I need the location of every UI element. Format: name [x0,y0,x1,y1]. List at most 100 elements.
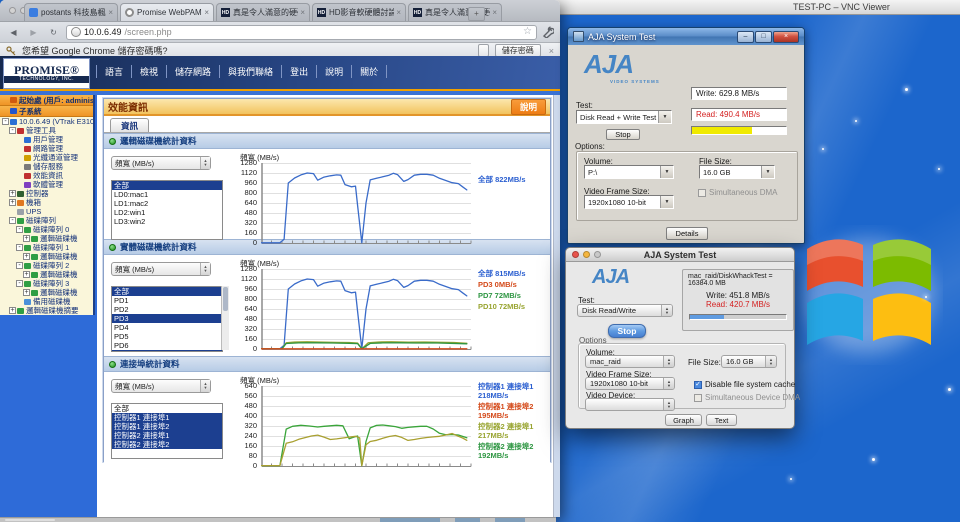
tree-item[interactable]: - 10.0.6.49 (VTrak E310f) [0,117,93,126]
tree-item[interactable]: + 邏輯磁碟機 [0,252,93,261]
tree-item[interactable]: 子系統 [0,106,93,117]
close-tab-icon[interactable]: × [492,8,497,17]
volume-popup[interactable]: mac_raid ▲ ▼ [585,355,675,368]
tree-expander-icon[interactable]: + [9,307,16,314]
tab-information[interactable]: 資訊 [110,118,150,132]
tree-expander-icon[interactable] [16,163,23,170]
tree-expander-icon[interactable]: + [9,199,16,206]
tree-expander-icon[interactable]: - [16,226,23,233]
list-item[interactable]: 全部 [112,287,222,296]
tree-expander-icon[interactable]: + [23,271,30,278]
list-item[interactable]: LD3:win2 [112,217,222,226]
tree-item[interactable]: + 控制器 [0,189,93,198]
volume-dropdown[interactable]: P:\ ▼ [584,165,674,179]
tree-item[interactable]: + 邏輯磁碟機 [0,270,93,279]
tree-item[interactable]: 用戶管理 [0,135,93,144]
help-button[interactable]: 說明 [510,98,546,115]
tree-expander-icon[interactable]: + [23,235,30,242]
tree-expander-icon[interactable] [16,298,23,305]
list-item[interactable]: 控制器2 連接埠1 [112,431,222,440]
tree-expander-icon[interactable]: + [9,190,16,197]
bandwidth-dropdown[interactable]: 頻寬 (MB/s) ▲ ▼ [111,156,211,170]
menu-item[interactable]: 說明 [316,65,351,78]
list-item[interactable]: LD2:win1 [112,208,222,217]
tree-expander-icon[interactable]: - [9,217,16,224]
video-frame-size-popup[interactable]: 1920x1080 10-bit ▲ ▼ [585,377,675,390]
list-item[interactable]: PD4 [112,323,222,332]
list-item[interactable]: 控制器1 連接埠1 [112,413,222,422]
tree-item[interactable]: 軟體管理 [0,180,93,189]
file-size-dropdown[interactable]: 16.0 GB ▼ [699,165,775,179]
list-item[interactable]: PD1 [112,296,222,305]
tree-item[interactable]: + 邏輯磁碟機摘要 [0,306,93,315]
list-item[interactable]: LD1:mac2 [112,199,222,208]
test-type-popup[interactable]: Disk Read/Write ▲ ▼ [577,304,673,317]
graph-button[interactable]: Graph [665,414,702,426]
tree-expander-icon[interactable] [16,136,23,143]
tree-expander-icon[interactable] [2,97,9,104]
menu-item[interactable]: 關於 [351,65,388,78]
tree-item[interactable]: - 磁碟陣列 0 [0,225,93,234]
list-item[interactable]: PD3 [112,314,222,323]
tree-expander-icon[interactable] [16,145,23,152]
tree-item[interactable]: - 管理工具 [0,126,93,135]
tree-expander-icon[interactable] [16,154,23,161]
close-tab-icon[interactable]: × [108,8,113,17]
tree-item[interactable]: 儲存服務 [0,162,93,171]
tree-item[interactable]: - 磁碟陣列 1 [0,243,93,252]
address-bar[interactable]: 10.0.6.49/screen.php ☆ [66,24,537,40]
tree-expander-icon[interactable]: - [2,118,9,125]
list-item[interactable]: 控制器1 連接埠2 [112,422,222,431]
stop-button[interactable]: Stop [608,324,646,338]
window-title-bar[interactable]: AJA System Test – □ × [568,28,804,45]
menu-item[interactable]: 儲存網路 [166,65,219,78]
tree-expander-icon[interactable]: - [16,244,23,251]
checkbox-icon[interactable] [698,188,706,197]
logical-drive-list[interactable]: 全部 LD0:mac1 LD1:mac2 LD2:win1 LD3:win2 [111,180,223,240]
browser-tab[interactable]: HD HD影音軟硬體討論區-HD.Cl × [312,3,406,21]
back-button[interactable]: ◀ [6,26,21,39]
tree-item[interactable]: 光纖通道管理 [0,153,93,162]
forward-button[interactable]: ▶ [26,26,41,39]
menu-item[interactable]: 語言 [96,65,131,78]
close-button[interactable]: × [773,30,799,43]
tree-item[interactable]: - 磁碟陣列 2 [0,261,93,270]
bandwidth-dropdown[interactable]: 頻寬 (MB/s) ▲ ▼ [111,262,211,276]
checkbox-icon[interactable] [694,393,702,402]
browser-tab[interactable]: postants 科技島楓板 × [24,3,118,21]
zoom-button[interactable] [594,251,601,258]
close-notification-icon[interactable]: × [549,46,554,56]
list-item[interactable]: 全部 [112,181,222,190]
close-tab-icon[interactable]: × [300,8,305,17]
list-item[interactable]: 全部 [112,404,222,413]
tree-expander-icon[interactable] [9,208,16,215]
wrench-menu-icon[interactable] [542,26,554,38]
list-item[interactable]: PD2 [112,305,222,314]
new-tab-button[interactable]: + [468,7,485,21]
simultaneous-dma-checkbox[interactable]: Simultaneous Device DMA [694,393,800,402]
tree-expander-icon[interactable]: - [16,280,23,287]
bookmark-star-icon[interactable]: ☆ [523,27,532,37]
minimize-button[interactable] [583,251,590,258]
list-item[interactable]: 控制器2 連接埠2 [112,440,222,449]
tree-item[interactable]: 備用磁碟機 [0,297,93,306]
tree-expander-icon[interactable]: + [23,253,30,260]
menu-item[interactable]: 與我們聯絡 [219,65,281,78]
tree-expander-icon[interactable] [16,181,23,188]
page-scrollbar[interactable] [553,95,560,517]
text-button[interactable]: Text [706,414,737,426]
browser-tab[interactable]: HD 真是令人滿意的硬碟速度!!-Fo × [216,3,310,21]
list-item[interactable]: PD7 [112,350,222,351]
list-item[interactable]: PD5 [112,332,222,341]
tree-expander-icon[interactable] [16,172,23,179]
checkbox-checked-icon[interactable]: ✓ [694,380,702,389]
tree-expander-icon[interactable]: + [23,289,30,296]
reload-button[interactable]: ↻ [46,26,61,39]
menu-item[interactable]: 檢視 [131,65,166,78]
maximize-button[interactable]: □ [755,30,772,43]
file-size-popup[interactable]: 16.0 GB ▲ ▼ [721,355,777,368]
video-device-popup[interactable]: ▲ ▼ [585,398,675,411]
browser-tab[interactable]: HD 真是令人滿意的硬碟速度!!-HD × [408,3,502,21]
list-item[interactable]: LD0:mac1 [112,190,222,199]
close-button[interactable] [572,251,579,258]
